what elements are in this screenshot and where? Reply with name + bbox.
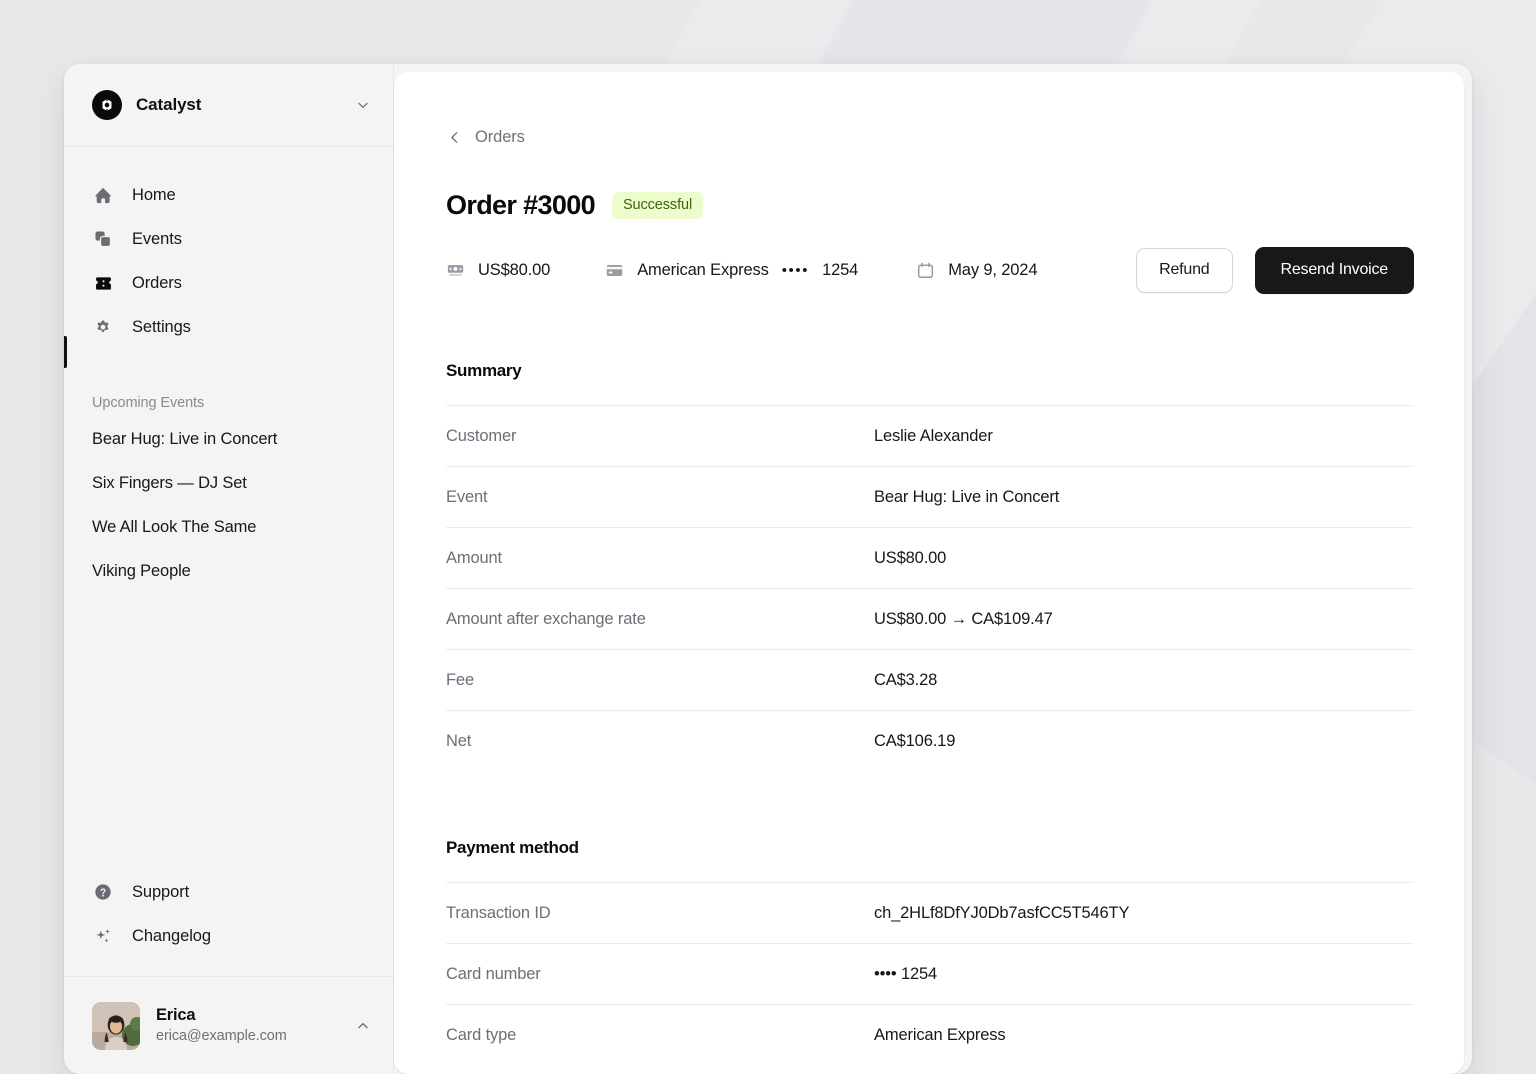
sidebar-item-support[interactable]: Support bbox=[80, 870, 377, 914]
table-row: Card number •••• 1254 bbox=[446, 943, 1414, 1004]
org-name: Catalyst bbox=[136, 95, 201, 115]
status-badge: Successful bbox=[612, 192, 703, 219]
card-mask-dots: •••• bbox=[782, 262, 809, 279]
sidebar-item-label: Settings bbox=[132, 318, 191, 337]
page-title: Order #3000 bbox=[446, 190, 595, 221]
order-meta-row: US$80.00 American Express •••• 1254 May … bbox=[446, 247, 1414, 294]
gear-icon bbox=[92, 316, 114, 338]
row-value: US$80.00 bbox=[874, 549, 946, 568]
row-key: Card type bbox=[446, 1026, 874, 1045]
row-value: American Express bbox=[874, 1026, 1005, 1045]
row-key: Customer bbox=[446, 427, 874, 446]
primary-nav: Home Events Orders Settings bbox=[64, 147, 393, 349]
active-nav-indicator bbox=[64, 336, 67, 368]
sidebar-item-settings[interactable]: Settings bbox=[80, 305, 377, 349]
table-row: Event Bear Hug: Live in Concert bbox=[446, 466, 1414, 527]
row-key: Net bbox=[446, 732, 874, 751]
user-account-button[interactable]: Erica erica@example.com bbox=[64, 976, 393, 1074]
home-icon bbox=[92, 184, 114, 206]
row-value: Leslie Alexander bbox=[874, 427, 993, 446]
chevron-down-icon[interactable] bbox=[355, 97, 371, 113]
table-row: Net CA$106.19 bbox=[446, 710, 1414, 771]
row-value: Bear Hug: Live in Concert bbox=[874, 488, 1059, 507]
table-row: Amount US$80.00 bbox=[446, 527, 1414, 588]
breadcrumb-back-orders[interactable]: Orders bbox=[446, 128, 525, 147]
list-item[interactable]: We All Look The Same bbox=[80, 505, 377, 549]
row-value: US$80.00 → CA$109.47 bbox=[874, 610, 1053, 629]
list-item[interactable]: Six Fingers — DJ Set bbox=[80, 461, 377, 505]
card-last4: 1254 bbox=[822, 261, 858, 280]
application-window: Catalyst Home Events bbox=[64, 64, 1472, 1074]
chevron-up-icon[interactable] bbox=[355, 1018, 371, 1034]
sidebar-item-label: Events bbox=[132, 230, 182, 249]
payment-method-table: Transaction ID ch_2HLf8DfYJ0Db7asfCC5T54… bbox=[446, 882, 1414, 1065]
catalyst-logo-icon bbox=[92, 90, 122, 120]
sidebar-item-label: Changelog bbox=[132, 927, 211, 946]
row-value: ch_2HLf8DfYJ0Db7asfCC5T546TY bbox=[874, 904, 1129, 923]
banknotes-icon bbox=[446, 261, 465, 280]
summary-section-title: Summary bbox=[446, 361, 1414, 381]
table-row: Fee CA$3.28 bbox=[446, 649, 1414, 710]
row-value: CA$106.19 bbox=[874, 732, 955, 751]
order-actions: Refund Resend Invoice bbox=[1136, 247, 1414, 294]
user-name: Erica bbox=[156, 1005, 287, 1027]
chevron-left-icon bbox=[446, 129, 463, 146]
user-email: erica@example.com bbox=[156, 1027, 287, 1046]
row-key: Amount after exchange rate bbox=[446, 610, 874, 629]
meta-date: May 9, 2024 bbox=[916, 261, 1037, 280]
avatar bbox=[92, 1002, 140, 1050]
table-row: Transaction ID ch_2HLf8DfYJ0Db7asfCC5T54… bbox=[446, 882, 1414, 943]
sidebar-item-label: Orders bbox=[132, 274, 182, 293]
row-value: •••• 1254 bbox=[874, 965, 937, 984]
row-key: Event bbox=[446, 488, 874, 507]
meta-amount-text: US$80.00 bbox=[478, 261, 550, 280]
squares-stack-icon bbox=[92, 228, 114, 250]
summary-table: Customer Leslie Alexander Event Bear Hug… bbox=[446, 405, 1414, 771]
upcoming-events-list: Bear Hug: Live in Concert Six Fingers — … bbox=[64, 417, 393, 593]
meta-card: American Express •••• 1254 bbox=[605, 261, 858, 280]
ticket-icon bbox=[92, 272, 114, 294]
sidebar-spacer bbox=[64, 593, 393, 870]
calendar-icon bbox=[916, 261, 935, 280]
sidebar-item-label: Home bbox=[132, 186, 176, 205]
sidebar-item-label: Support bbox=[132, 883, 189, 902]
list-item[interactable]: Bear Hug: Live in Concert bbox=[80, 417, 377, 461]
question-mark-circle-icon bbox=[92, 881, 114, 903]
sidebar-item-changelog[interactable]: Changelog bbox=[80, 914, 377, 958]
secondary-nav: Support Changelog bbox=[64, 870, 393, 976]
resend-invoice-button[interactable]: Resend Invoice bbox=[1255, 247, 1415, 294]
upcoming-events-label: Upcoming Events bbox=[64, 395, 393, 411]
sparkles-icon bbox=[92, 925, 114, 947]
row-key: Transaction ID bbox=[446, 904, 874, 923]
table-row: Amount after exchange rate US$80.00 → CA… bbox=[446, 588, 1414, 649]
table-row: Customer Leslie Alexander bbox=[446, 405, 1414, 466]
row-key: Amount bbox=[446, 549, 874, 568]
sidebar-item-home[interactable]: Home bbox=[80, 173, 377, 217]
sidebar-item-events[interactable]: Events bbox=[80, 217, 377, 261]
payment-method-section-title: Payment method bbox=[446, 838, 1414, 858]
meta-date-text: May 9, 2024 bbox=[948, 261, 1037, 280]
user-meta: Erica erica@example.com bbox=[156, 1005, 287, 1046]
sidebar: Catalyst Home Events bbox=[64, 64, 394, 1074]
row-key: Card number bbox=[446, 965, 874, 984]
row-value: CA$3.28 bbox=[874, 671, 937, 690]
row-key: Fee bbox=[446, 671, 874, 690]
breadcrumb-label: Orders bbox=[475, 128, 525, 147]
list-item[interactable]: Viking People bbox=[80, 549, 377, 593]
order-header: Order #3000 Successful bbox=[446, 190, 1414, 221]
main-content: Orders Order #3000 Successful US$80.00 bbox=[394, 72, 1464, 1074]
credit-card-icon bbox=[605, 261, 624, 280]
refund-button[interactable]: Refund bbox=[1136, 248, 1232, 293]
table-row: Card type American Express bbox=[446, 1004, 1414, 1065]
sidebar-item-orders[interactable]: Orders bbox=[80, 261, 377, 305]
meta-card-brand: American Express bbox=[637, 261, 768, 280]
meta-amount: US$80.00 bbox=[446, 261, 550, 280]
org-switcher[interactable]: Catalyst bbox=[64, 64, 393, 147]
